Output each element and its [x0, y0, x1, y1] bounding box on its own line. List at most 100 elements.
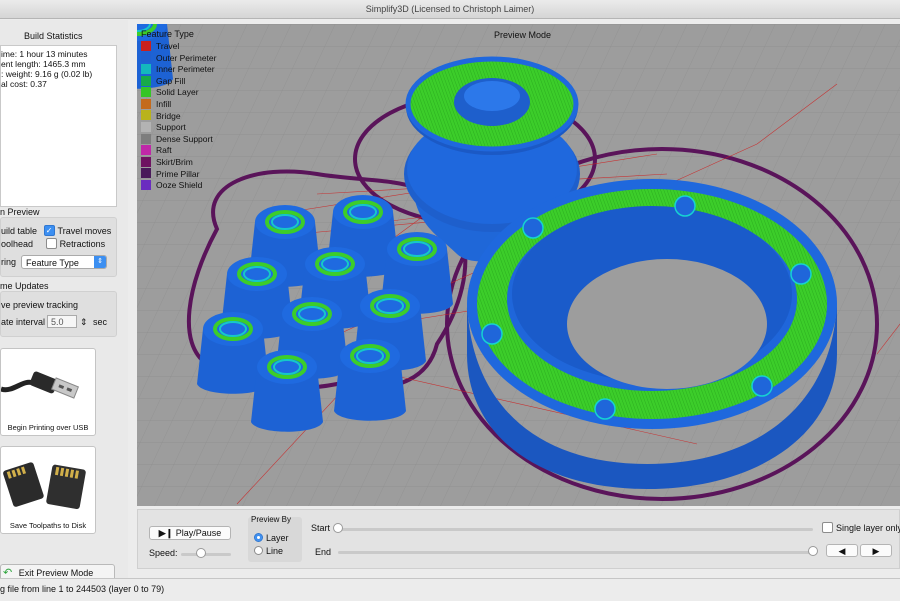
build-statistics-line: al cost: 0.37: [1, 79, 47, 89]
legend-swatch: [141, 98, 151, 109]
left-sidebar: Build Statistics ime: 1 hour 13 minutes e…: [0, 20, 128, 582]
preview-tracking-label[interactable]: ve preview tracking: [1, 300, 78, 310]
toolhead-label: oolhead: [1, 239, 34, 249]
start-label: Start: [311, 523, 331, 533]
stepper-icon[interactable]: ⇕: [80, 317, 88, 328]
legend-item: Travel: [141, 40, 216, 53]
speed-slider-knob[interactable]: [196, 548, 206, 558]
line-radio-button[interactable]: [254, 546, 263, 556]
legend-swatch: [141, 110, 151, 121]
legend-label: Outer Perimeter: [156, 52, 217, 63]
start-slider-track[interactable]: [338, 528, 813, 531]
legend-swatch: [141, 121, 151, 132]
end-slider-track[interactable]: [338, 551, 813, 554]
legend-item: Outer Perimeter: [141, 52, 217, 65]
build-statistics-line: ent length: 1465.3 mm: [1, 59, 86, 69]
layer-radio-label: Layer: [266, 533, 289, 543]
realtime-updates-title: me Updates: [0, 281, 49, 291]
legend-item: Inner Perimeter: [141, 63, 216, 76]
realtime-updates-panel: ve preview tracking ate interval 5.0 ⇕ s…: [0, 291, 117, 337]
end-label: End: [315, 547, 332, 557]
legend-item: Bridge: [141, 110, 216, 123]
retractions-checkbox[interactable]: [45, 238, 57, 250]
build-statistics-line: : weight: 9.16 g (0.02 lb): [1, 69, 93, 79]
layer-radio-button[interactable]: [254, 533, 263, 543]
build-table-option[interactable]: uild table ✓ Travel moves: [1, 225, 112, 237]
play-pause-button[interactable]: ▶❙ Play/Pause: [149, 526, 231, 540]
legend-item: Dense Support: [141, 133, 216, 146]
legend-swatch: [141, 52, 151, 63]
preview-by-panel: Preview By Layer Line: [248, 515, 302, 562]
single-layer-option[interactable]: Single layer only: [822, 522, 900, 534]
legend-swatch: [141, 179, 151, 190]
coloring-value: Feature Type: [26, 258, 79, 268]
single-layer-label: Single layer only: [836, 523, 900, 533]
exit-preview-label: Exit Preview Mode: [18, 568, 94, 578]
status-text: g file from line 1 to 244503 (layer 0 to…: [0, 584, 165, 594]
update-rate-label: ate interval: [1, 317, 46, 327]
legend-swatch: [141, 75, 151, 86]
legend-items: Travel Outer Perimeter Inner Perimeter Gap …: [141, 40, 217, 192]
legend-item: Infill: [141, 98, 216, 111]
preview-by-label: Preview By: [251, 515, 292, 524]
single-layer-checkbox[interactable]: [822, 522, 833, 534]
build-statistics-line: ime: 1 hour 13 minutes: [1, 49, 88, 59]
travel-moves-checkbox[interactable]: ✓: [43, 225, 55, 237]
build-statistics-box: ime: 1 hour 13 minutes ent length: 1465.3…: [0, 45, 117, 207]
triangle-left-icon: ◀: [838, 546, 846, 556]
toolpath-render[interactable]: [137, 24, 900, 506]
legend-item: Solid Layer: [141, 87, 216, 99]
legend-label: Solid Layer: [156, 87, 199, 98]
toolhead-option[interactable]: oolhead Retractions: [1, 238, 105, 250]
legend-item: Raft: [141, 145, 216, 157]
window-title-bar: Simplify3D (Licensed to Christoph Laimer…: [0, 0, 900, 19]
legend-swatch: [141, 63, 151, 74]
next-layer-button[interactable]: ▶: [860, 544, 892, 557]
play-pause-icon: ▶❙: [158, 528, 174, 538]
print-usb-caption: Begin Printing over USB: [7, 423, 89, 432]
triangle-right-icon: ▶: [872, 546, 880, 556]
preview-viewport[interactable]: Feature Type Travel Outer Perimeter Inner …: [137, 24, 900, 506]
legend-label: Gap Fill: [156, 75, 186, 86]
preview-mode-title: Preview Mode: [494, 30, 552, 40]
legend-label: Support: [156, 122, 186, 133]
update-rate-unit: sec: [93, 317, 108, 327]
speed-slider-track[interactable]: [181, 553, 231, 556]
feature-type-legend: Feature Type Travel Outer Perimeter Inner …: [141, 29, 216, 192]
coloring-label: ring: [1, 257, 17, 267]
update-rate-input[interactable]: 5.0: [47, 315, 77, 328]
legend-swatch: [141, 87, 151, 98]
save-toolpaths-button[interactable]: Save Toolpaths to Disk: [0, 446, 96, 534]
play-pause-label: Play/Pause: [175, 528, 222, 538]
sd-card-icon: [3, 462, 86, 509]
legend-label: Raft: [156, 145, 172, 156]
legend-label: Dense Support: [156, 133, 213, 144]
save-toolpaths-caption: Save Toolpaths to Disk: [9, 521, 87, 530]
print-usb-button[interactable]: Begin Printing over USB: [0, 348, 96, 436]
build-statistics-title: Build Statistics: [24, 31, 83, 41]
layer-radio[interactable]: Layer: [254, 533, 289, 543]
travel-moves-label: Travel moves: [57, 226, 112, 236]
legend-item: Ooze Shield: [141, 179, 216, 192]
legend-label: Infill: [156, 98, 172, 109]
usb-cable-icon: [0, 371, 80, 399]
legend-item: Prime Pillar: [141, 168, 216, 181]
line-radio[interactable]: Line: [254, 546, 283, 556]
playback-controls: ▶❙ Play/Pause Speed: Preview By Layer Li…: [137, 509, 900, 569]
window-title: Simplify3D (Licensed to Christoph Laimer…: [365, 4, 535, 14]
build-statistics-lines: ime: 1 hour 13 minutes ent length: 1465.3…: [1, 46, 116, 89]
chevron-updown-icon: ⇕: [94, 256, 106, 268]
end-slider-knob[interactable]: [808, 546, 818, 556]
legend-swatch: [141, 156, 151, 167]
start-slider-knob[interactable]: [333, 523, 343, 533]
legend-label: Ooze Shield: [156, 180, 203, 191]
status-bar: g file from line 1 to 244503 (layer 0 to…: [0, 578, 900, 601]
legend-swatch: [141, 40, 151, 51]
coloring-select[interactable]: Feature Type ⇕: [21, 255, 107, 269]
animation-preview-panel: uild table ✓ Travel moves oolhead Retract…: [0, 217, 117, 277]
previous-layer-button[interactable]: ◀: [826, 544, 858, 557]
legend-label: Skirt/Brim: [156, 156, 193, 167]
legend-item: Support: [141, 121, 216, 134]
legend-swatch: [141, 133, 151, 144]
legend-item: Gap Fill: [141, 75, 216, 88]
